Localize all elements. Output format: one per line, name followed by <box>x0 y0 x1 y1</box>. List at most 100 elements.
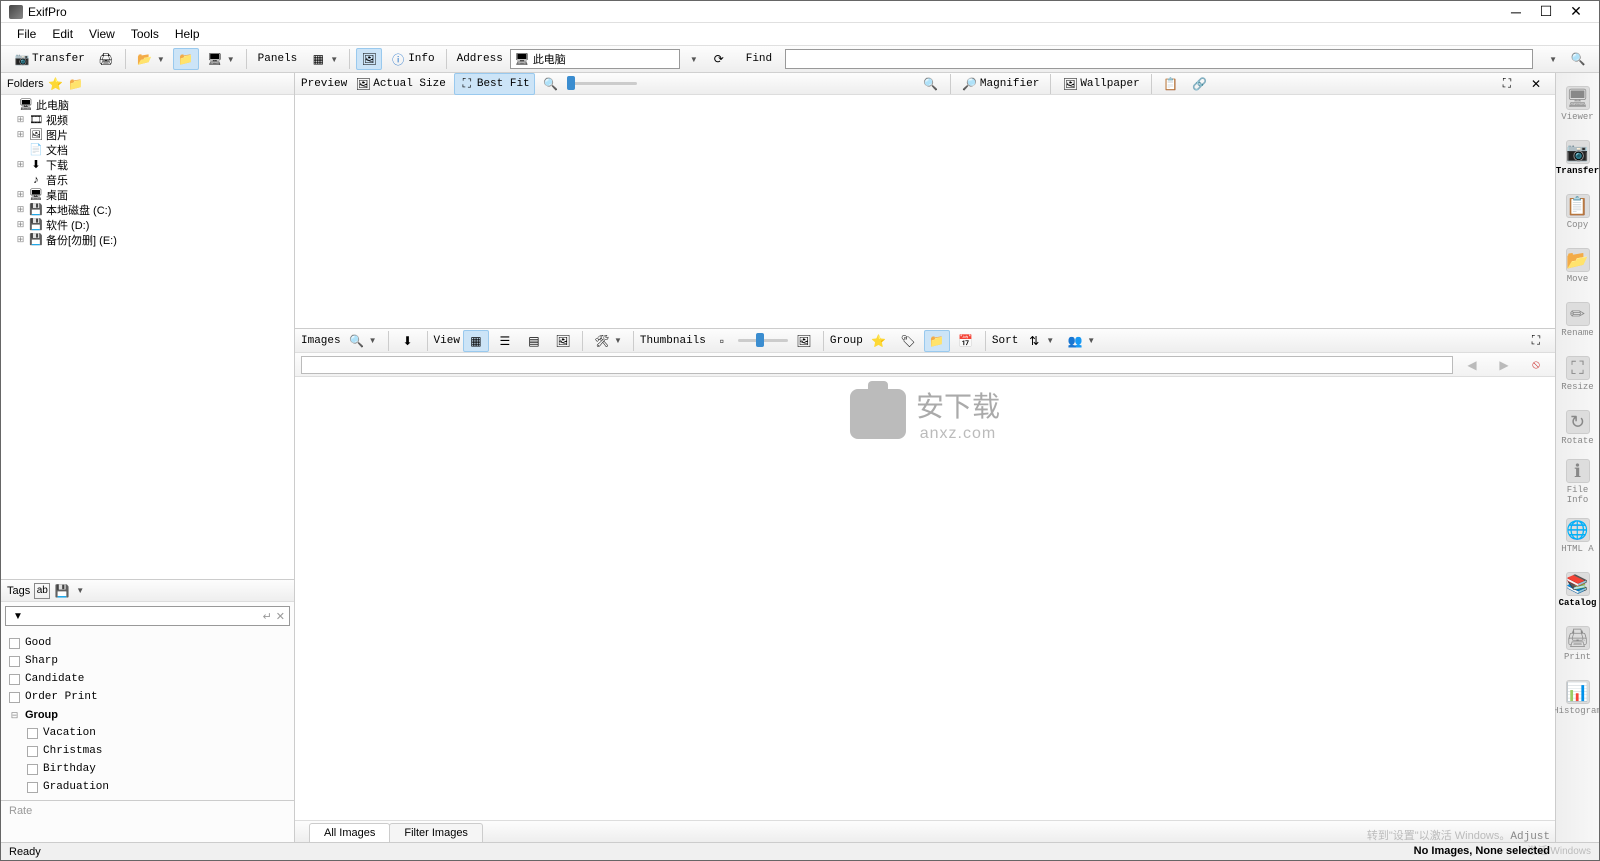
tool-rotate[interactable]: ↻Rotate <box>1558 401 1598 455</box>
folder-group-button[interactable]: 📁 <box>924 330 950 352</box>
expand-icon[interactable]: ⊞ <box>15 129 26 140</box>
tree-item[interactable]: ⊞🎞视频 <box>5 112 290 127</box>
tag-row[interactable]: Candidate <box>9 670 286 688</box>
checkbox[interactable] <box>27 782 38 793</box>
tool-print[interactable]: 🖨Print <box>1558 617 1598 671</box>
find-dropdown[interactable]: ▼ <box>1542 48 1562 70</box>
checkbox[interactable] <box>9 656 20 667</box>
tag-group-button[interactable]: 🏷 <box>895 330 921 352</box>
tag-row[interactable]: Vacation <box>9 724 286 742</box>
tag-row[interactable]: Sharp <box>9 652 286 670</box>
path-input[interactable] <box>301 356 1453 374</box>
maximize-images-button[interactable]: ⛶ <box>1523 330 1549 352</box>
address-input[interactable]: 🖥 此电脑 <box>510 49 680 69</box>
view-list-button[interactable]: ☰ <box>492 330 518 352</box>
tool-rename[interactable]: ✏Rename <box>1558 293 1598 347</box>
checkbox[interactable] <box>27 746 38 757</box>
image-toggle-button[interactable]: 🖼 <box>356 48 382 70</box>
view-tiles-button[interactable]: 🖼 <box>550 330 576 352</box>
panels-button[interactable]: Panels <box>253 48 303 70</box>
collapse-icon[interactable]: ⊟ <box>9 710 20 721</box>
folder-tree[interactable]: 🖥此电脑⊞🎞视频⊞🖼图片📄文档⊞⬇下载♪音乐⊞🖥桌面⊞💾本地磁盘 (C:)⊞💾软… <box>1 95 294 579</box>
address-dropdown[interactable]: ▼ <box>683 48 703 70</box>
expand-icon[interactable]: ⊞ <box>15 219 26 230</box>
date-group-button[interactable]: 📅 <box>953 330 979 352</box>
tool-file-info[interactable]: ℹFile Info <box>1558 455 1598 509</box>
tool-histogram[interactable]: 📊Histogram <box>1558 671 1598 725</box>
zoom-slider[interactable] <box>567 82 637 85</box>
refresh-button[interactable]: ⟳ <box>706 48 732 70</box>
tree-item[interactable]: 🖥此电脑 <box>5 97 290 112</box>
view-thumbs-button[interactable]: ▦ <box>463 330 489 352</box>
best-fit-button[interactable]: ⛶Best Fit <box>454 73 535 95</box>
tag-row[interactable]: Christmas <box>9 742 286 760</box>
menu-help[interactable]: Help <box>167 25 208 43</box>
tool-copy[interactable]: 📋Copy <box>1558 185 1598 239</box>
forward-button[interactable]: ▶ <box>1491 354 1517 376</box>
checkbox[interactable] <box>9 674 20 685</box>
tree-item[interactable]: ⊞💾软件 (D:) <box>5 217 290 232</box>
menu-file[interactable]: File <box>9 25 44 43</box>
tag-filter[interactable]: ▼ ↵ ✕ <box>5 606 290 626</box>
tree-item[interactable]: 📄文档 <box>5 142 290 157</box>
sort-button[interactable]: ⇅▼ <box>1021 330 1059 352</box>
people-button[interactable]: 👥▼ <box>1062 330 1100 352</box>
panels-dropdown[interactable]: ▦▼ <box>305 48 343 70</box>
minimize-button[interactable]: ─ <box>1501 2 1531 22</box>
magnifier-button[interactable]: 🔎Magnifier <box>957 73 1044 95</box>
transfer-button[interactable]: 📷Transfer <box>9 48 90 70</box>
star-icon[interactable]: ⭐ <box>48 76 64 92</box>
info-button[interactable]: ⓘInfo <box>385 48 439 70</box>
checkbox[interactable] <box>27 764 38 775</box>
thumb-large-button[interactable]: 🖼 <box>791 330 817 352</box>
menu-tools[interactable]: Tools <box>123 25 167 43</box>
zoom-in-button[interactable]: 🔍 <box>918 73 944 95</box>
folder-tree-button[interactable]: 📁 <box>173 48 199 70</box>
tool-viewer[interactable]: 🖥Viewer <box>1558 77 1598 131</box>
maximize-button[interactable]: ☐ <box>1531 2 1561 22</box>
clear-icon[interactable]: ✕ <box>276 610 285 623</box>
zoom-out-button[interactable]: 🔍 <box>538 73 564 95</box>
tool-resize[interactable]: ⛶Resize <box>1558 347 1598 401</box>
tag-filter-input[interactable] <box>26 610 263 622</box>
tree-item[interactable]: ⊞🖥桌面 <box>5 187 290 202</box>
expand-icon[interactable]: ⊞ <box>15 114 26 125</box>
tag-row[interactable]: Good <box>9 634 286 652</box>
tab-filter-images[interactable]: Filter Images <box>389 823 483 842</box>
enter-icon[interactable]: ↵ <box>263 610 272 623</box>
expand-icon[interactable]: ⊞ <box>15 204 26 215</box>
close-button[interactable]: ✕ <box>1561 2 1591 22</box>
tab-all-images[interactable]: All Images <box>309 823 390 842</box>
folder-open-button[interactable]: 📂▼ <box>132 48 170 70</box>
checkbox[interactable] <box>27 728 38 739</box>
rename-icon[interactable]: ab <box>34 583 50 599</box>
tools-button[interactable]: 🛠▼ <box>589 330 627 352</box>
expand-icon[interactable]: ⊞ <box>15 189 26 200</box>
tree-item[interactable]: ⊞🖼图片 <box>5 127 290 142</box>
stop-button[interactable]: ⦸ <box>1523 354 1549 376</box>
print-button[interactable]: 🖨 <box>93 48 119 70</box>
thumb-small-button[interactable]: ▫ <box>709 330 735 352</box>
tree-item[interactable]: ⊞💾本地磁盘 (C:) <box>5 202 290 217</box>
tree-item[interactable]: ⊞⬇下载 <box>5 157 290 172</box>
close-preview-button[interactable]: ✕ <box>1523 73 1549 95</box>
tool-html-a[interactable]: 🌐HTML A <box>1558 509 1598 563</box>
copy-image-button[interactable]: 📋 <box>1158 73 1184 95</box>
tool-transfer[interactable]: 📷Transfer <box>1558 131 1598 185</box>
checkbox[interactable] <box>9 638 20 649</box>
thumb-slider[interactable] <box>738 339 788 342</box>
link-button[interactable]: 🔗 <box>1187 73 1213 95</box>
tool-move[interactable]: 📂Move <box>1558 239 1598 293</box>
save-icon[interactable]: 💾 <box>54 583 70 599</box>
wallpaper-button[interactable]: 🖼Wallpaper <box>1057 73 1144 95</box>
menu-view[interactable]: View <box>81 25 123 43</box>
maximize-preview-button[interactable]: ⛶ <box>1494 73 1520 95</box>
expand-icon[interactable]: ⊞ <box>15 234 26 245</box>
star-group-button[interactable]: ⭐ <box>866 330 892 352</box>
cancel-load-button[interactable]: ⬇ <box>395 330 421 352</box>
view-details-button[interactable]: ▤ <box>521 330 547 352</box>
actual-size-button[interactable]: 🖼Actual Size <box>350 73 451 95</box>
tool-catalog[interactable]: 📚Catalog <box>1558 563 1598 617</box>
search-button[interactable]: 🔍 <box>1565 48 1591 70</box>
view-mode-button[interactable]: 🖥▼ <box>202 48 240 70</box>
